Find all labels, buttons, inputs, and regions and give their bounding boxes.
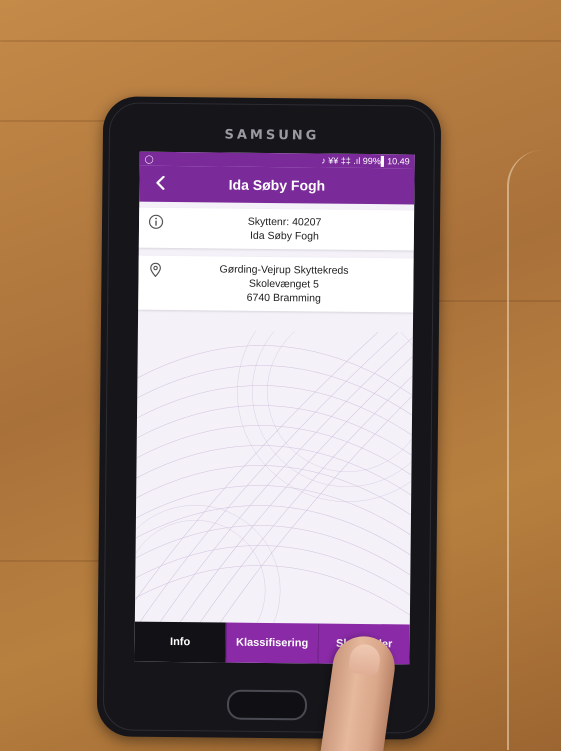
photo-scene: SAMSUNG ◯ ♪ ¥¥ ‡‡ .ıl 99%▌10.49 Ida Søby…	[0, 0, 561, 751]
fingernail	[347, 642, 382, 677]
tab-klassifisering[interactable]: Klassifisering	[225, 622, 318, 664]
status-indicators: ♪ ¥¥ ‡‡ .ıl 99%▌10.49	[321, 156, 410, 167]
postal-city: 6740 Bramming	[246, 291, 321, 305]
home-button[interactable]	[226, 689, 308, 721]
wood-grain	[0, 560, 110, 562]
location-card: Gørding-Vejrup Skyttekreds Skolevænget 5…	[138, 255, 414, 313]
page-title: Ida Søby Fogh	[228, 176, 326, 194]
tab-info[interactable]: Info	[134, 621, 226, 663]
shooter-name: Ida Søby Fogh	[249, 229, 319, 243]
chevron-left-icon	[156, 175, 165, 190]
guilloche-pattern	[134, 329, 413, 625]
info-icon	[148, 214, 164, 229]
app-bar: Ida Søby Fogh	[139, 165, 415, 205]
app-screen: ◯ ♪ ¥¥ ‡‡ .ıl 99%▌10.49 Ida Søby Fogh Sk…	[134, 151, 415, 665]
phone-device: SAMSUNG ◯ ♪ ¥¥ ‡‡ .ıl 99%▌10.49 Ida Søby…	[96, 96, 442, 740]
background-pattern	[134, 329, 413, 625]
back-button[interactable]	[149, 172, 171, 194]
notification-icon: ◯	[144, 154, 154, 164]
location-pin-icon	[150, 262, 161, 278]
info-card: Skyttenr: 40207 Ida Søby Fogh	[138, 207, 415, 251]
charging-cable	[507, 150, 543, 750]
status-text: ♪ ¥¥ ‡‡ .ıl 99%▌10.49	[321, 155, 410, 167]
wood-grain	[0, 40, 561, 42]
